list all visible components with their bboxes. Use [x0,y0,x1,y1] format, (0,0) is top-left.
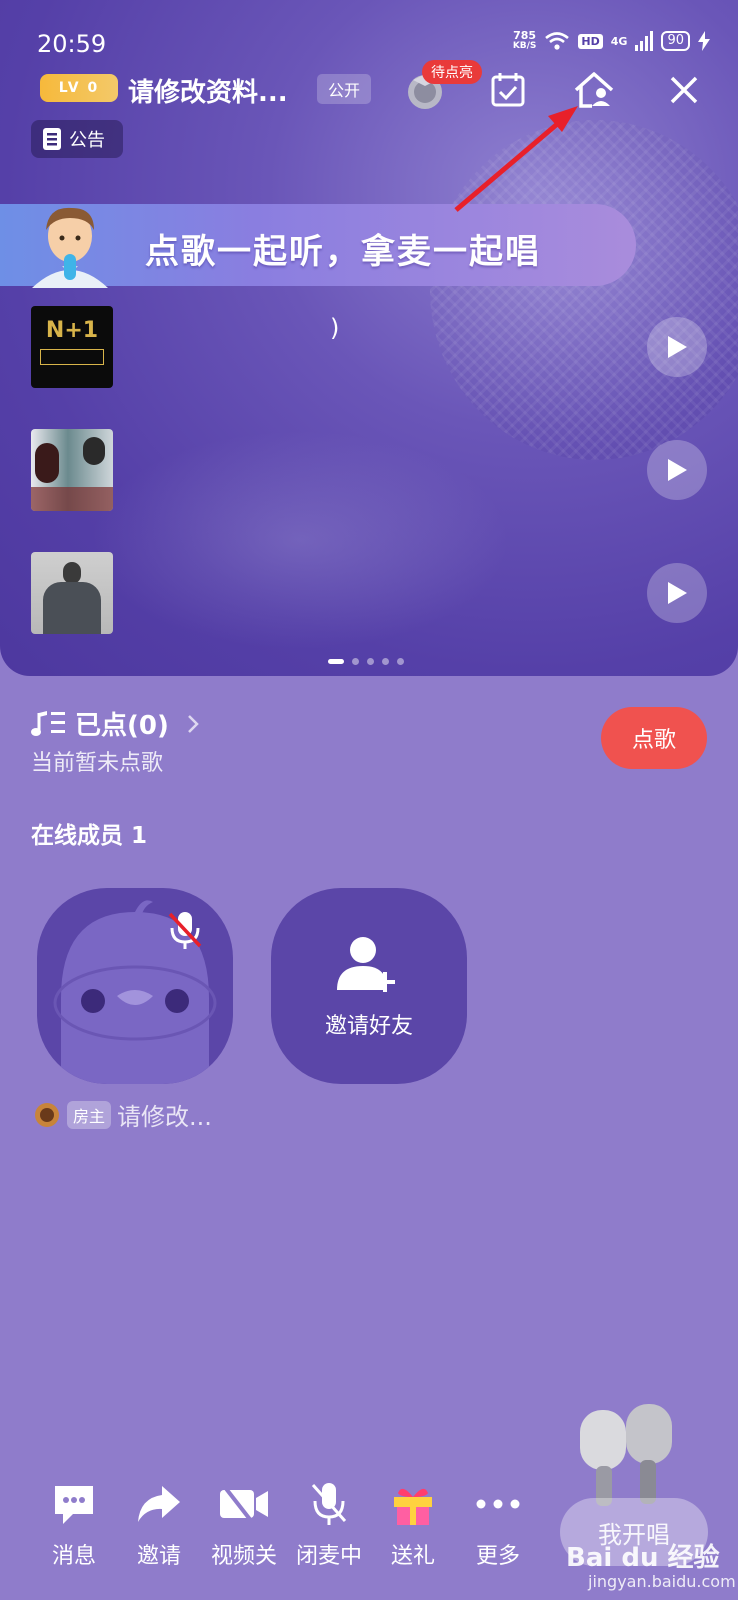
page-dot[interactable] [352,658,359,665]
gift-icon [394,1488,432,1525]
host-medal-icon [35,1102,59,1127]
queue-empty-text: 当前暂未点歌 [31,751,164,776]
page-dot[interactable] [397,658,404,665]
host-name[interactable]: 请修改... [117,1097,212,1132]
page-dot[interactable] [367,658,374,665]
message-icon [55,1486,93,1524]
gift-button[interactable]: 送礼 [370,1478,456,1570]
bottom-toolbar: 消息 邀请 视频关 闭麦中 送礼 更多 [0,1478,540,1588]
play-button[interactable] [647,563,707,623]
play-button[interactable] [647,317,707,377]
page-dot[interactable] [382,658,389,665]
share-icon [138,1486,180,1522]
online-members-title: 在线成员 1 [31,823,148,849]
play-icon [668,459,687,481]
song-cover [31,552,113,634]
song-item[interactable]: N+1 ) [0,306,738,390]
watermark-brand: Bai du 经验 [566,1543,720,1573]
host-seat[interactable] [37,888,233,1084]
music-list-icon [31,710,65,736]
video-off-icon [220,1484,268,1524]
song-title: ) [330,314,340,342]
invite-friends-label: 邀请好友 [324,1014,413,1039]
mic-toggle-button[interactable]: 闭麦中 [286,1478,372,1570]
page-indicator [328,658,404,665]
song-item[interactable] [0,552,738,636]
song-item[interactable] [0,429,738,513]
host-info: 房主 请修改... [33,1097,212,1132]
chevron-right-icon [187,714,199,733]
default-avatar-icon [53,900,217,1084]
song-queue-link[interactable]: 已点(0) [31,705,201,742]
page-dot[interactable] [328,659,344,664]
message-button[interactable]: 消息 [31,1478,117,1570]
watermark-url: jingyan.baidu.com [588,1572,736,1591]
queue-label: 已点(0) [75,711,169,741]
mic-muted-icon [168,912,202,949]
invite-friends-seat[interactable]: 邀请好友 [271,888,467,1084]
invite-button[interactable]: 邀请 [116,1478,202,1570]
dual-microphone-icon [580,1404,672,1506]
song-cover: N+1 [31,306,113,388]
add-user-icon [337,937,395,992]
video-toggle-button[interactable]: 视频关 [201,1478,287,1570]
order-song-button[interactable]: 点歌 [601,707,707,769]
annotation-arrow [454,106,578,212]
more-button[interactable]: 更多 [455,1478,541,1570]
play-icon [668,582,687,604]
song-cover [31,429,113,511]
play-button[interactable] [647,440,707,500]
more-icon [476,1499,520,1509]
play-icon [668,336,687,358]
host-tag: 房主 [67,1100,112,1129]
mic-off-icon [311,1483,347,1525]
